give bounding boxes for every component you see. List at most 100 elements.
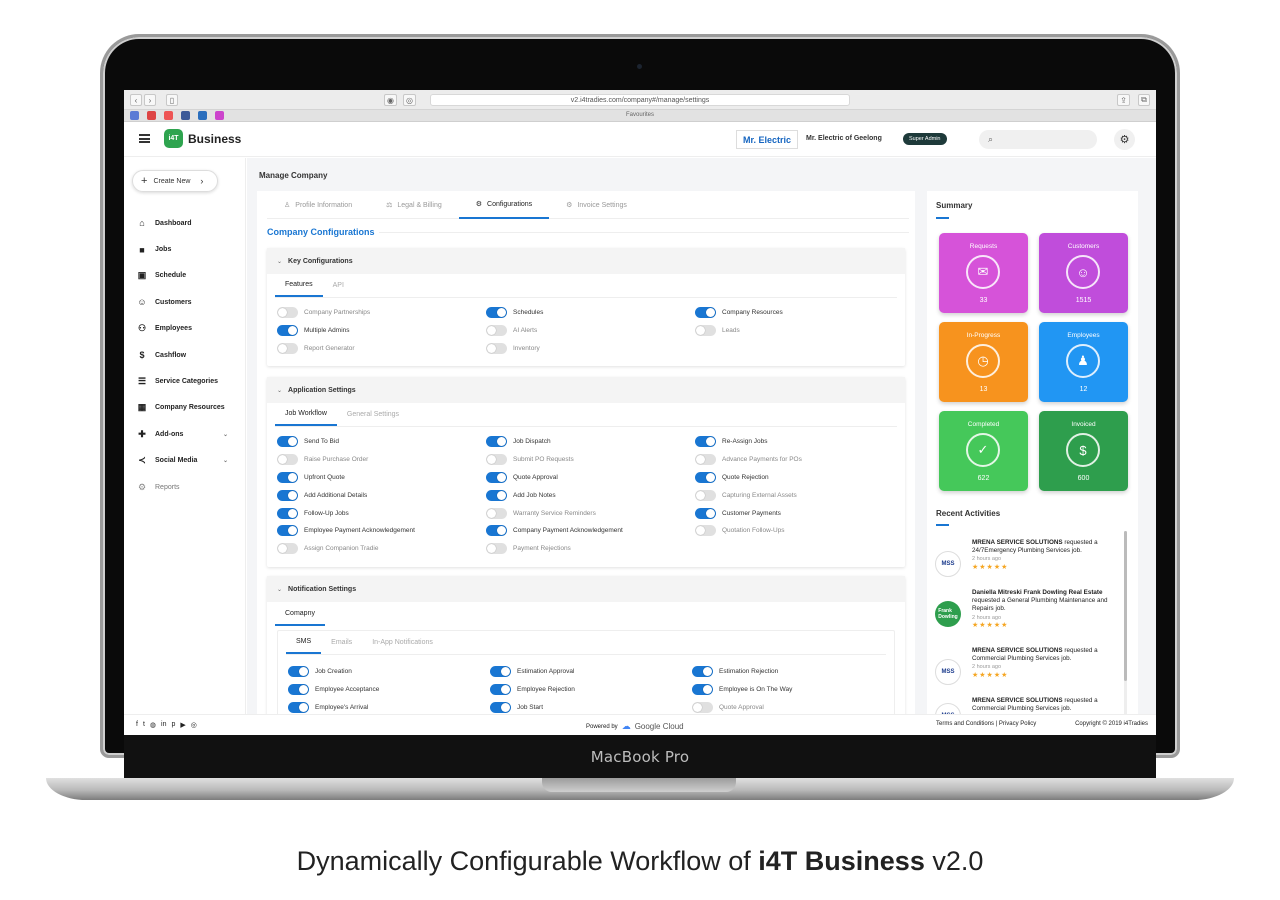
sidebar-item-add-ons[interactable]: ✚ Add-ons ⌄: [124, 421, 246, 447]
toggle-switch[interactable]: [486, 471, 507, 483]
toggle-row[interactable]: Quotation Follow-Ups: [695, 522, 904, 540]
toggle-switch[interactable]: [692, 701, 713, 713]
tabs-icon[interactable]: ⧉: [1138, 94, 1150, 106]
toggle-switch[interactable]: [486, 489, 507, 501]
tile-invoiced[interactable]: Invoiced $600: [1039, 411, 1128, 491]
sidebar-item-dashboard[interactable]: ⌂ Dashboard: [124, 210, 246, 236]
toggle-switch[interactable]: [692, 666, 713, 678]
toggle-row[interactable]: Quote Rejection: [695, 469, 904, 487]
toggle-switch[interactable]: [486, 454, 507, 466]
toggle-row[interactable]: Send To Bid: [277, 433, 486, 451]
toggle-row[interactable]: Customer Payments: [695, 504, 904, 522]
panel-header[interactable]: ⌄ Application Settings: [267, 377, 905, 403]
toggle-switch[interactable]: [695, 489, 716, 501]
instagram-icon[interactable]: ◎: [191, 721, 197, 729]
globe-icon[interactable]: ◍: [150, 721, 156, 729]
channel-tab-sms[interactable]: SMS: [286, 631, 322, 654]
toggle-switch[interactable]: [277, 325, 298, 337]
toggle-row[interactable]: Add Job Notes: [486, 486, 695, 504]
sidebar-item-employees[interactable]: ⚇ Employees: [124, 316, 246, 342]
toggle-row[interactable]: Warranty Service Reminders: [486, 504, 695, 522]
forward-icon[interactable]: ›: [144, 94, 156, 106]
toggle-switch[interactable]: [288, 666, 309, 678]
twitter-icon[interactable]: t: [143, 721, 145, 729]
toggle-row[interactable]: Re-Assign Jobs: [695, 433, 904, 451]
activity-item[interactable]: MSS MRENA SERVICE SOLUTIONS requested a …: [935, 537, 1119, 592]
pinterest-icon[interactable]: p: [171, 721, 175, 729]
tile-in-progress[interactable]: In-Progress ◷ 13: [939, 322, 1028, 402]
toggle-row[interactable]: Multiple Admins: [277, 322, 486, 340]
scrollbar-thumb[interactable]: [1124, 531, 1127, 681]
subtab-api[interactable]: API: [323, 274, 354, 297]
toggle-row[interactable]: Leads: [695, 322, 904, 340]
toggle-switch[interactable]: [288, 701, 309, 713]
youtube-icon[interactable]: ▶: [180, 721, 185, 729]
toggle-switch[interactable]: [695, 454, 716, 466]
toggle-switch[interactable]: [277, 471, 298, 483]
tab-legal-billing[interactable]: ⚖ Legal & Billing: [369, 191, 459, 219]
panel-header[interactable]: ⌄ Notification Settings: [267, 576, 905, 602]
share-icon[interactable]: ⇪: [1117, 94, 1130, 106]
toggle-row[interactable]: Employee Acceptance: [288, 681, 490, 699]
toggle-row[interactable]: Follow-Up Jobs: [277, 504, 486, 522]
facebook-icon[interactable]: f: [136, 721, 138, 729]
toggle-switch[interactable]: [490, 701, 511, 713]
toggle-switch[interactable]: [277, 525, 298, 537]
toggle-switch[interactable]: [695, 471, 716, 483]
toggle-switch[interactable]: [490, 666, 511, 678]
toggle-switch[interactable]: [277, 489, 298, 501]
toggle-switch[interactable]: [277, 436, 298, 448]
toggle-switch[interactable]: [695, 325, 716, 337]
toggle-row[interactable]: Submit PO Requests: [486, 451, 695, 469]
toggle-row[interactable]: Add Additional Details: [277, 486, 486, 504]
channel-tab-emails[interactable]: Emails: [321, 631, 362, 654]
toggle-switch[interactable]: [486, 325, 507, 337]
toggle-switch[interactable]: [695, 436, 716, 448]
toggle-row[interactable]: Employee Rejection: [490, 681, 692, 699]
toggle-row[interactable]: Capturing External Assets: [695, 486, 904, 504]
activity-item[interactable]: MSS MRENA SERVICE SOLUTIONS requested a …: [935, 645, 1119, 700]
toggle-row[interactable]: Schedules: [486, 304, 695, 322]
toggle-row[interactable]: Quote Approval: [486, 469, 695, 487]
toggle-row[interactable]: Employee is On The Way: [692, 681, 894, 699]
footer-links[interactable]: Terms and Conditions | Privacy Policy: [936, 721, 1036, 727]
sidebar-item-company-resources[interactable]: ▦ Company Resources: [124, 395, 246, 421]
toggle-row[interactable]: Company Partnerships: [277, 304, 486, 322]
subtab-job-workflow[interactable]: Job Workflow: [275, 403, 337, 426]
panel-header[interactable]: ⌄ Key Configurations: [267, 248, 905, 274]
toggle-switch[interactable]: [490, 684, 511, 696]
toggle-switch[interactable]: [277, 507, 298, 519]
tile-employees[interactable]: Employees ♟ 12: [1039, 322, 1128, 402]
tab-configurations[interactable]: ⚙ Configurations: [458, 191, 550, 219]
toggle-row[interactable]: Report Generator: [277, 340, 486, 358]
extension-icon[interactable]: ◎: [402, 94, 416, 106]
toggle-row[interactable]: Raise Purchase Order: [277, 451, 486, 469]
toggle-row[interactable]: Upfront Quote: [277, 469, 486, 487]
toggle-switch[interactable]: [486, 543, 507, 555]
tile-requests[interactable]: Requests ✉ 33: [939, 233, 1028, 313]
toggle-switch[interactable]: [277, 307, 298, 319]
toggle-switch[interactable]: [695, 307, 716, 319]
tile-customers[interactable]: Customers ☺ 1515: [1039, 233, 1128, 313]
toggle-switch[interactable]: [277, 454, 298, 466]
sidebar-item-jobs[interactable]: ■ Jobs: [124, 236, 246, 262]
toggle-switch[interactable]: [277, 342, 298, 354]
toggle-row[interactable]: Job Creation: [288, 663, 490, 681]
tile-completed[interactable]: Completed ✓ 622: [939, 411, 1028, 491]
sidebar-toggle-icon[interactable]: ▯: [166, 94, 178, 106]
hamburger-icon[interactable]: [139, 134, 150, 143]
sidebar-item-service-categories[interactable]: ☰ Service Categories: [124, 368, 246, 394]
linkedin-icon[interactable]: in: [161, 721, 166, 729]
subtab-features[interactable]: Features: [275, 274, 323, 297]
toggle-row[interactable]: AI Alerts: [486, 322, 695, 340]
privacy-icon[interactable]: ◉: [384, 94, 397, 106]
toggle-switch[interactable]: [486, 507, 507, 519]
toggle-row[interactable]: Assign Companion Tradie: [277, 540, 486, 558]
toggle-row[interactable]: Estimation Approval: [490, 663, 692, 681]
toggle-switch[interactable]: [486, 525, 507, 537]
toggle-switch[interactable]: [486, 307, 507, 319]
toggle-row[interactable]: Estimation Rejection: [692, 663, 894, 681]
toggle-row[interactable]: Company Payment Acknowledgement: [486, 522, 695, 540]
toggle-switch[interactable]: [486, 342, 507, 354]
back-icon[interactable]: ‹: [130, 94, 142, 106]
